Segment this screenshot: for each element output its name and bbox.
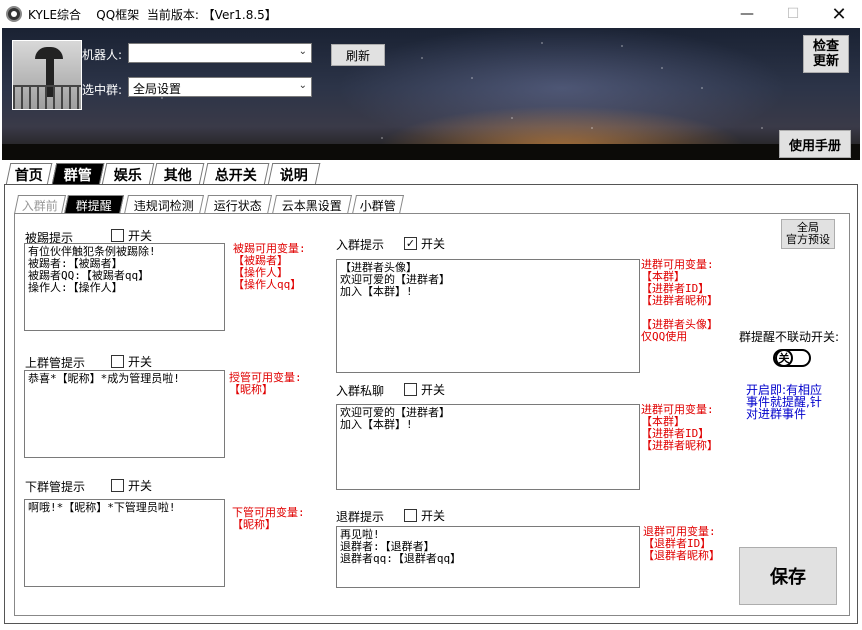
subtab-before-join[interactable]: 入群前 <box>13 195 67 214</box>
avatar <box>12 40 82 110</box>
kick-switch-label: 开关 <box>128 229 153 243</box>
join-switch[interactable]: ✓ 开关 <box>404 235 445 252</box>
chevron-down-icon: ⌄ <box>298 80 307 91</box>
manual-button[interactable]: 使用手册 <box>779 130 851 158</box>
subtab-violation-words[interactable]: 违规词检测 <box>123 195 205 214</box>
join-private-label: 入群私聊 <box>336 384 385 398</box>
checkbox-icon <box>404 509 417 522</box>
toggle-knob: 关 <box>775 349 793 367</box>
subtab-run-status[interactable]: 运行状态 <box>203 195 273 214</box>
join-message-input[interactable]: 【进群者头像】 欢迎可爱的【进群者】 加入【本群】! <box>336 259 640 373</box>
leave-switch-label: 开关 <box>421 509 446 523</box>
group-label: 选中群: <box>82 83 123 97</box>
tab-group-manage-label: 群管 <box>63 167 92 184</box>
app-logo-icon <box>6 6 22 22</box>
kick-message-input[interactable]: 有位伙伴触犯条例被踢除! 被踢者:【被踢者】 被踢者QQ:【被踢者qq】 操作人… <box>24 243 225 331</box>
join-private-switch[interactable]: 开关 <box>404 381 445 398</box>
tab-home[interactable]: 首页 <box>5 163 53 185</box>
join-switch-label: 开关 <box>421 237 446 251</box>
no-link-note: 开启即:有相应 事件就提醒,针 对进群事件 <box>746 383 823 421</box>
horizon-silhouette <box>2 144 860 160</box>
no-link-switch-label: 群提醒不联动开关: <box>739 330 840 344</box>
subtab-run-status-label: 运行状态 <box>213 198 262 213</box>
join-label: 入群提示 <box>336 238 385 252</box>
join-private-variables: 进群可用变量: 【本群】 【进群者ID】 【进群者昵称】 <box>641 403 718 452</box>
promote-switch[interactable]: 开关 <box>111 353 152 370</box>
official-preset-button[interactable]: 全局 官方预设 <box>781 219 835 249</box>
demote-message-input[interactable]: 啊哦!*【昵称】*下管理员啦! <box>24 499 225 587</box>
tab-help[interactable]: 说明 <box>267 163 321 185</box>
window-title: KYLE综合 QQ框架 当前版本: 【Ver1.8.5】 <box>28 8 277 22</box>
join-private-message-input[interactable]: 欢迎可爱的【进群者】 加入【本群】! <box>336 404 640 490</box>
tab-help-label: 说明 <box>279 167 308 184</box>
kick-switch[interactable]: 开关 <box>111 227 152 244</box>
railing-icon <box>13 85 81 109</box>
demote-label: 下群管提示 <box>25 480 86 494</box>
checkbox-icon <box>111 229 124 242</box>
promote-label: 上群管提示 <box>25 356 86 370</box>
leave-label: 退群提示 <box>336 510 385 524</box>
close-button[interactable]: ✕ <box>816 0 862 28</box>
leave-switch[interactable]: 开关 <box>404 507 445 524</box>
subtab-before-join-label: 入群前 <box>21 198 58 213</box>
leave-message-input[interactable]: 再见啦! 退群者:【退群者】 退群者qq:【退群者qq】 <box>336 526 640 588</box>
subtab-group-reminder[interactable]: 群提醒 <box>63 195 125 214</box>
minimize-button[interactable]: — <box>724 0 770 28</box>
robot-label: 机器人: <box>82 48 123 62</box>
subtab-small-manage-label: 小群管 <box>359 198 396 213</box>
no-link-toggle[interactable]: 关 <box>773 349 811 367</box>
tab-group-manage[interactable]: 群管 <box>51 163 105 185</box>
tab-entertainment[interactable]: 娱乐 <box>101 163 155 185</box>
subtab-group-reminder-label: 群提醒 <box>75 198 112 213</box>
tab-other[interactable]: 其他 <box>151 163 205 185</box>
save-button[interactable]: 保存 <box>739 547 837 605</box>
chevron-down-icon: ⌄ <box>298 46 307 57</box>
checkbox-checked-icon: ✓ <box>404 237 417 250</box>
promote-message-input[interactable]: 恭喜*【昵称】*成为管理员啦! <box>24 370 225 458</box>
check-update-button[interactable]: 检查 更新 <box>803 35 849 73</box>
tab-other-label: 其他 <box>163 167 192 184</box>
subtab-small-manage[interactable]: 小群管 <box>351 195 405 214</box>
promote-variables: 授管可用变量: 【昵称】 <box>229 371 302 396</box>
group-select[interactable]: 全局设置 ⌄ <box>128 77 312 97</box>
subtab-cloud-blacklist[interactable]: 云本黑设置 <box>271 195 353 214</box>
checkbox-icon <box>111 479 124 492</box>
subtab-violation-words-label: 违规词检测 <box>133 198 194 213</box>
tab-entertainment-label: 娱乐 <box>113 167 142 184</box>
subtab-cloud-blacklist-label: 云本黑设置 <box>281 198 342 213</box>
tab-master-switch[interactable]: 总开关 <box>202 163 270 185</box>
group-select-value: 全局设置 <box>133 82 182 96</box>
robot-select[interactable]: ⌄ <box>128 43 312 63</box>
checkbox-icon <box>404 383 417 396</box>
umbrella-icon <box>35 47 63 59</box>
checkbox-icon <box>111 355 124 368</box>
demote-switch-label: 开关 <box>128 479 153 493</box>
tab-home-label: 首页 <box>14 167 43 184</box>
refresh-button[interactable]: 刷新 <box>331 44 385 66</box>
title-bar: KYLE综合 QQ框架 当前版本: 【Ver1.8.5】 — ☐ ✕ <box>0 0 862 28</box>
maximize-button[interactable]: ☐ <box>770 0 816 28</box>
leave-variables: 退群可用变量: 【退群者ID】 【退群者昵称】 <box>643 525 720 562</box>
kick-variables: 被踢可用变量: 【被踢者】 【操作人】 【操作人qq】 <box>233 242 306 291</box>
demote-switch[interactable]: 开关 <box>111 477 152 494</box>
join-variables: 进群可用变量: 【本群】 【进群者ID】 【进群者昵称】 【进群者头像】 仅QQ… <box>641 258 718 343</box>
demote-variables: 下管可用变量: 【昵称】 <box>232 506 305 531</box>
promote-switch-label: 开关 <box>128 355 153 369</box>
tab-master-switch-label: 总开关 <box>214 167 257 184</box>
join-private-switch-label: 开关 <box>421 383 446 397</box>
